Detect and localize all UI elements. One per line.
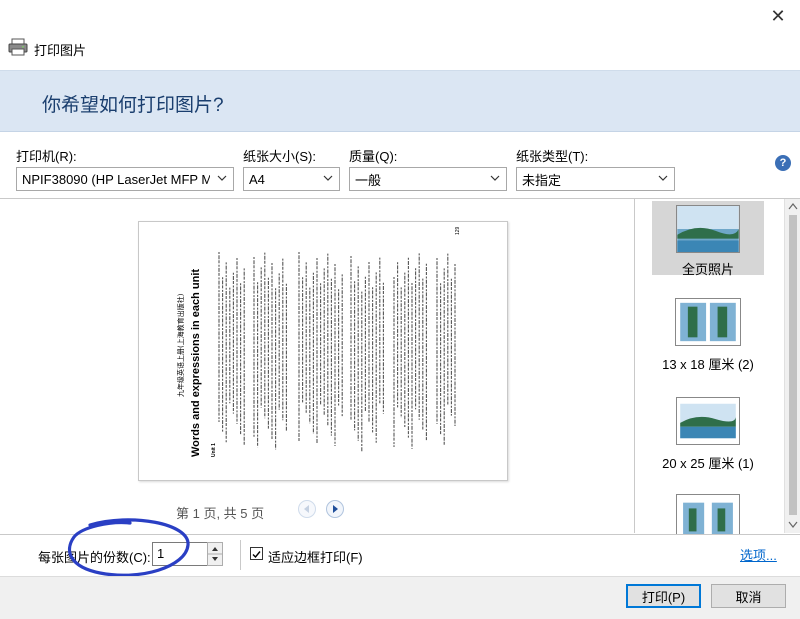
- paper-type-select[interactable]: 未指定: [516, 167, 675, 191]
- checkmark-icon: [252, 551, 261, 559]
- previous-page-button[interactable]: [298, 500, 316, 518]
- document-preview-image: Words and expressions in each unit 九年级英语…: [176, 226, 461, 457]
- layout-label: 20 x 25 厘米 (1): [662, 456, 754, 471]
- paper-type-label: 纸张类型(T):: [516, 149, 589, 164]
- window-title: 打印图片: [34, 43, 87, 58]
- printer-icon: [8, 38, 28, 56]
- landscape-thumbnail-icon: [676, 397, 740, 445]
- arrow-right-icon: [333, 505, 338, 513]
- layout-label: 13 x 18 厘米 (2): [662, 357, 754, 372]
- page-number: 129: [455, 226, 461, 235]
- scroll-thumb: [789, 215, 797, 515]
- scroll-down-icon: [788, 521, 798, 528]
- scrollbar-track: [788, 203, 798, 528]
- options-link[interactable]: 选项...: [740, 545, 777, 564]
- landscape-thumbnail-icon: [676, 205, 740, 253]
- two-up-thumbnail-icon: [675, 298, 741, 346]
- fit-to-frame-checkbox[interactable]: [250, 547, 263, 560]
- quality-value: 一般: [355, 172, 382, 188]
- multi-up-thumbnail-icon: [676, 494, 740, 534]
- spinner-arrows-icon: [208, 547, 222, 561]
- printer-value: NPIF38090 (HP LaserJet MFP M: [22, 171, 210, 187]
- close-icon: ✕: [770, 5, 786, 26]
- annotation-circle: [68, 518, 190, 577]
- help-icon[interactable]: ?: [775, 155, 791, 171]
- unit-label: Unit 1: [211, 443, 217, 457]
- paper-type-value: 未指定: [522, 172, 562, 188]
- layout-item-20x25[interactable]: 20 x 25 厘米 (1): [652, 397, 764, 471]
- fit-to-frame-label[interactable]: 适应边框打印(F): [268, 547, 363, 566]
- arrow-left-icon: [304, 505, 309, 513]
- paper-size-label: 纸张大小(S):: [243, 149, 316, 164]
- document-subtitle: 九年级英语上册(上海教育出版社): [176, 293, 185, 397]
- layout-item-13x18[interactable]: 13 x 18 厘米 (2): [652, 298, 764, 372]
- scroll-up-icon: [788, 203, 798, 210]
- close-button[interactable]: ✕: [764, 4, 792, 28]
- printer-label: 打印机(R):: [16, 149, 77, 164]
- chevron-down-icon: [323, 175, 333, 181]
- cancel-button[interactable]: 取消: [711, 584, 786, 608]
- printer-select[interactable]: NPIF38090 (HP LaserJet MFP M: [16, 167, 234, 191]
- paper-size-value: A4: [249, 171, 265, 187]
- document-text-lines: [218, 252, 456, 452]
- chevron-down-icon: [658, 175, 668, 181]
- layout-label: 全页照片: [681, 262, 734, 277]
- page-heading: 你希望如何打印图片?: [42, 95, 224, 116]
- document-title: Words and expressions in each unit: [190, 269, 202, 457]
- paper-size-select[interactable]: A4: [243, 167, 340, 191]
- chevron-down-icon: [217, 175, 227, 181]
- print-button[interactable]: 打印(P): [626, 584, 701, 608]
- chevron-down-icon: [490, 175, 500, 181]
- quality-label: 质量(Q):: [349, 149, 398, 164]
- layout-scrollbar[interactable]: [784, 199, 800, 533]
- quality-select[interactable]: 一般: [349, 167, 507, 191]
- next-page-button[interactable]: [326, 500, 344, 518]
- layout-item-full-page[interactable]: 全页照片: [652, 201, 764, 277]
- preview-page: Words and expressions in each unit 九年级英语…: [138, 221, 508, 481]
- layout-item-more[interactable]: [652, 494, 764, 534]
- divider: [240, 540, 241, 570]
